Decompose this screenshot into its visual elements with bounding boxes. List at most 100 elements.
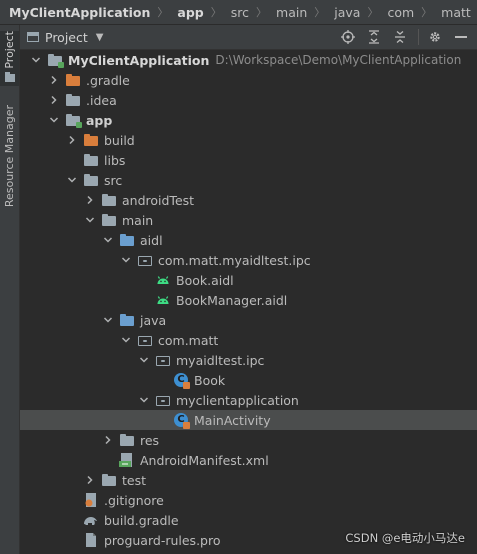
gradle-icon bbox=[83, 512, 99, 528]
tree-item-label: .gitignore bbox=[104, 492, 164, 508]
tree-row[interactable]: myclientapplication bbox=[20, 390, 477, 410]
res-folder-icon bbox=[119, 432, 135, 448]
class-icon: C bbox=[173, 372, 190, 389]
expand-all-icon[interactable] bbox=[364, 27, 384, 47]
breadcrumb-item-main[interactable]: main bbox=[267, 5, 309, 20]
tree-row[interactable]: test bbox=[20, 470, 477, 490]
tree-item-label: .idea bbox=[86, 92, 117, 108]
breadcrumb-item-src[interactable]: src bbox=[222, 5, 251, 20]
folder-orange-icon bbox=[83, 132, 99, 148]
tree-row[interactable]: java bbox=[20, 310, 477, 330]
tree-row[interactable]: MyClientApplication D:\Workspace\Demo\MyC… bbox=[20, 50, 477, 70]
resource-manager-tool-tab[interactable]: Resource Manager bbox=[0, 105, 19, 207]
project-tool-tab[interactable]: Project bbox=[0, 31, 19, 86]
collapse-all-icon[interactable] bbox=[390, 27, 410, 47]
chevron-right-icon[interactable] bbox=[84, 470, 96, 490]
module-folder-icon bbox=[47, 52, 64, 68]
tree-item-label: proguard-rules.pro bbox=[104, 532, 221, 548]
chevron-down-icon[interactable]: ▼ bbox=[96, 32, 104, 43]
tree-row[interactable]: build bbox=[20, 130, 477, 150]
chevron-right-icon: 〉 bbox=[210, 6, 222, 19]
folder-gray-icon bbox=[101, 192, 117, 208]
chevron-right-icon: 〉 bbox=[314, 6, 326, 19]
tree-item-label: AndroidManifest.xml bbox=[140, 452, 269, 468]
tree-row[interactable]: C Book bbox=[20, 370, 477, 390]
chevron-right-icon[interactable] bbox=[48, 70, 60, 90]
tree-item-label: myclientapplication bbox=[176, 392, 299, 408]
tree-row[interactable]: .gradle bbox=[20, 70, 477, 90]
tree-item-label: app bbox=[86, 112, 113, 128]
tree-item-label: MyClientApplication bbox=[68, 52, 210, 68]
tree-item-label: myaidltest.ipc bbox=[176, 352, 265, 368]
tree-row[interactable]: res bbox=[20, 430, 477, 450]
tree-row[interactable]: .idea bbox=[20, 90, 477, 110]
tree-row[interactable]: .gitignore bbox=[20, 490, 477, 510]
breadcrumb-item-app[interactable]: app bbox=[168, 5, 205, 20]
gear-icon[interactable] bbox=[425, 27, 445, 47]
tree-item-label: libs bbox=[104, 152, 126, 168]
chevron-down-icon[interactable] bbox=[102, 230, 114, 250]
folder-gray-icon bbox=[65, 92, 81, 108]
tree-item-label: androidTest bbox=[122, 192, 195, 208]
tree-row[interactable]: main bbox=[20, 210, 477, 230]
android-icon bbox=[155, 272, 171, 288]
tree-row[interactable]: com.matt bbox=[20, 330, 477, 350]
tree-item-label: build.gradle bbox=[104, 512, 179, 528]
tree-item-label: src bbox=[104, 172, 123, 188]
folder-gray-icon bbox=[101, 212, 117, 228]
chevron-right-icon: 〉 bbox=[157, 6, 169, 19]
chevron-down-icon[interactable] bbox=[84, 210, 96, 230]
tree-row[interactable]: BookManager.aidl bbox=[20, 290, 477, 310]
project-tab-label: Project bbox=[3, 31, 16, 69]
resource-manager-tab-label: Resource Manager bbox=[3, 105, 16, 208]
tree-row[interactable]: androidTest bbox=[20, 190, 477, 210]
breadcrumb-item-matt[interactable]: matt bbox=[432, 5, 473, 20]
tree-item-label: aidl bbox=[140, 232, 163, 248]
tool-window-stripe: Project Resource Manager bbox=[0, 25, 20, 554]
chevron-right-icon: 〉 bbox=[256, 6, 268, 19]
tree-item-label: res bbox=[140, 432, 160, 448]
tree-item-label: java bbox=[140, 312, 167, 328]
tree-row[interactable]: app bbox=[20, 110, 477, 130]
tree-item-label: test bbox=[122, 472, 147, 488]
breadcrumb-item-project[interactable]: MyClientApplication bbox=[0, 5, 152, 20]
chevron-down-icon[interactable] bbox=[120, 250, 132, 270]
chevron-right-icon[interactable] bbox=[48, 90, 60, 110]
locate-target-icon[interactable] bbox=[338, 27, 358, 47]
chevron-right-icon[interactable] bbox=[84, 190, 96, 210]
tree-item-label: MainActivity bbox=[194, 412, 271, 428]
package-icon bbox=[155, 392, 171, 408]
tree-row[interactable]: myaidltest.ipc bbox=[20, 350, 477, 370]
chevron-right-icon[interactable] bbox=[102, 430, 114, 450]
chevron-down-icon[interactable] bbox=[48, 110, 60, 130]
tree-item-label: Book bbox=[194, 372, 226, 388]
tree-row[interactable]: AndroidManifest.xml bbox=[20, 450, 477, 470]
tree-row[interactable]: C MainActivity bbox=[20, 410, 477, 430]
tree-row[interactable]: libs bbox=[20, 150, 477, 170]
chevron-down-icon[interactable] bbox=[102, 310, 114, 330]
watermark: CSDN @e电动小马达e bbox=[345, 531, 465, 545]
folder-blue-icon bbox=[119, 312, 135, 328]
tree-row[interactable]: Book.aidl bbox=[20, 270, 477, 290]
chevron-down-icon[interactable] bbox=[120, 330, 132, 350]
breadcrumb-item-java[interactable]: java bbox=[325, 5, 362, 20]
breadcrumb-item-com[interactable]: com bbox=[378, 5, 416, 20]
chevron-down-icon[interactable] bbox=[30, 50, 42, 70]
chevron-down-icon[interactable] bbox=[138, 350, 150, 370]
tree-row[interactable]: build.gradle bbox=[20, 510, 477, 530]
tree-row[interactable]: com.matt.myaidltest.ipc bbox=[20, 250, 477, 270]
package-icon bbox=[137, 332, 153, 348]
tree-item-label: main bbox=[122, 212, 154, 228]
breadcrumb: MyClientApplication 〉 app 〉 src 〉 main 〉… bbox=[0, 0, 477, 25]
chevron-down-icon[interactable] bbox=[138, 390, 150, 410]
chevron-right-icon[interactable] bbox=[66, 130, 78, 150]
class-icon: C bbox=[173, 412, 190, 429]
tree-row[interactable]: src bbox=[20, 170, 477, 190]
tree-row[interactable]: aidl bbox=[20, 230, 477, 250]
hide-icon[interactable] bbox=[451, 27, 471, 47]
chevron-down-icon[interactable] bbox=[66, 170, 78, 190]
project-view-selector[interactable]: Project bbox=[45, 30, 88, 45]
